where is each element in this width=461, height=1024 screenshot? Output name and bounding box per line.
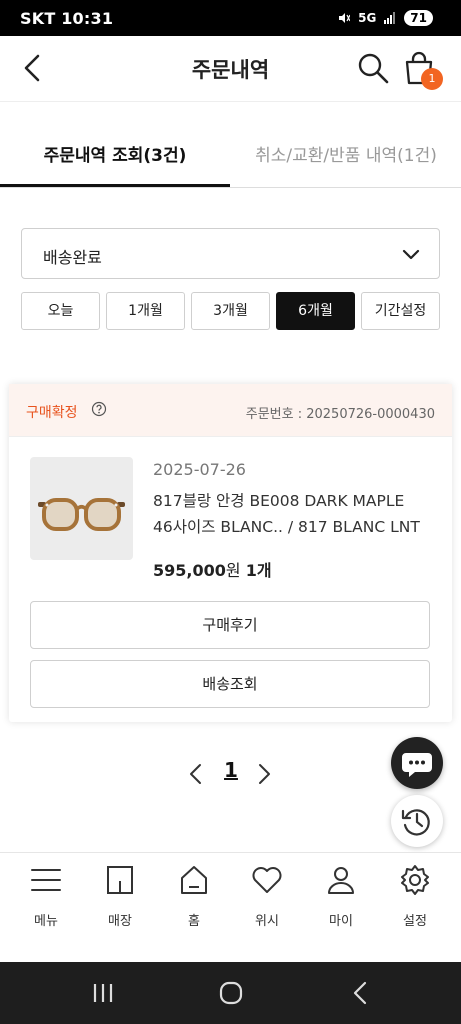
product-name[interactable]: 817블랑 안경 BE008 DARK MAPLE 46사이즈 BLANC.. … (153, 488, 443, 540)
order-date: 2025-07-26 (153, 460, 246, 479)
home-system-icon[interactable] (217, 979, 245, 1007)
store-icon (107, 866, 133, 894)
battery-level: 71 (404, 10, 433, 26)
price-unit: 원 (225, 561, 241, 580)
glasses-image (38, 498, 125, 531)
app-header: 주문내역 (0, 36, 461, 102)
network-label: 5G (358, 11, 377, 25)
order-number: 주문번호 : 20250726-0000430 (246, 403, 435, 422)
cart-count-badge: 1 (421, 68, 443, 90)
chevron-left-icon[interactable] (186, 762, 206, 786)
track-delivery-button[interactable]: 배송조회 (30, 660, 430, 708)
product-name-line-2: 46사이즈 BLANC.. / 817 BLANC LNT (153, 518, 420, 536)
search-icon[interactable] (356, 51, 390, 85)
chat-button[interactable] (391, 737, 443, 789)
order-number-label: 주문번호 : (245, 407, 307, 422)
period-6-months-button[interactable]: 6개월 (276, 292, 355, 330)
product-price: 595,000원 1개 (153, 557, 272, 581)
period-custom-button[interactable]: 기간설정 (361, 292, 440, 330)
nav-home[interactable]: 홈 (157, 863, 231, 943)
history-clock-icon (401, 809, 430, 836)
system-nav-bar (0, 962, 461, 1024)
nav-label-my: 마이 (329, 914, 353, 929)
chat-bubble-icon (402, 753, 432, 777)
product-name-line-1: 817블랑 안경 BE008 DARK MAPLE (153, 492, 405, 510)
price-amount: 595,000 (153, 561, 226, 580)
nav-label-settings: 설정 (403, 914, 427, 929)
nav-my[interactable]: 마이 (304, 863, 378, 943)
gear-icon (401, 865, 429, 895)
period-filter: 오늘 1개월 3개월 6개월 기간설정 (21, 292, 440, 330)
order-status: 구매확정 (26, 405, 78, 421)
nav-store[interactable]: 매장 (83, 863, 157, 943)
tab-cancel-exchange-return[interactable]: 취소/교환/반품 내역(1건) (231, 128, 461, 187)
order-card-header: 구매확정 주문번호 : 20250726-0000430 (9, 384, 452, 437)
order-card: 구매확정 주문번호 : 20250726-0000430 2025-07-26 … (9, 384, 452, 722)
clock: 10:31 (61, 8, 114, 28)
recent-apps-icon[interactable] (89, 979, 117, 1007)
home-icon (181, 866, 207, 894)
carrier-label: SKT (20, 8, 56, 28)
help-circle-icon[interactable] (91, 401, 107, 417)
period-3-months-button[interactable]: 3개월 (191, 292, 270, 330)
product-image[interactable] (30, 457, 133, 560)
signal-icon (384, 12, 396, 24)
order-tabs: 주문내역 조회(3건) 취소/교환/반품 내역(1건) (0, 128, 461, 188)
delivery-status-select[interactable]: 배송완료 (21, 228, 440, 279)
nav-label-wish: 위시 (255, 914, 279, 929)
heart-icon (252, 867, 282, 893)
back-system-icon[interactable] (347, 979, 375, 1007)
tab-order-history[interactable]: 주문내역 조회(3건) (0, 128, 230, 187)
nav-menu[interactable]: 메뉴 (9, 863, 83, 943)
chevron-down-icon (402, 249, 420, 260)
nav-settings[interactable]: 설정 (378, 863, 452, 943)
period-1-month-button[interactable]: 1개월 (106, 292, 185, 330)
recent-history-button[interactable] (391, 795, 443, 847)
quantity: 1개 (245, 561, 272, 580)
write-review-button[interactable]: 구매후기 (30, 601, 430, 649)
current-page[interactable]: 1 (220, 758, 242, 782)
order-number-value: 20250726-0000430 (306, 407, 435, 422)
nav-label-store: 매장 (108, 914, 132, 929)
chevron-right-icon[interactable] (254, 762, 274, 786)
person-icon (328, 867, 354, 894)
mute-icon (339, 13, 351, 23)
status-bar: SKT 10:31 5G 71 (0, 0, 461, 36)
bottom-nav: 메뉴 매장 홈 위시 마이 설정 (0, 852, 461, 962)
nav-label-home: 홈 (188, 914, 200, 929)
period-today-button[interactable]: 오늘 (21, 292, 100, 330)
delivery-status-value: 배송완료 (43, 248, 102, 267)
menu-icon (31, 869, 61, 891)
nav-label-menu: 메뉴 (34, 914, 58, 929)
page-title: 주문내역 (191, 58, 270, 82)
nav-wish[interactable]: 위시 (230, 863, 304, 943)
